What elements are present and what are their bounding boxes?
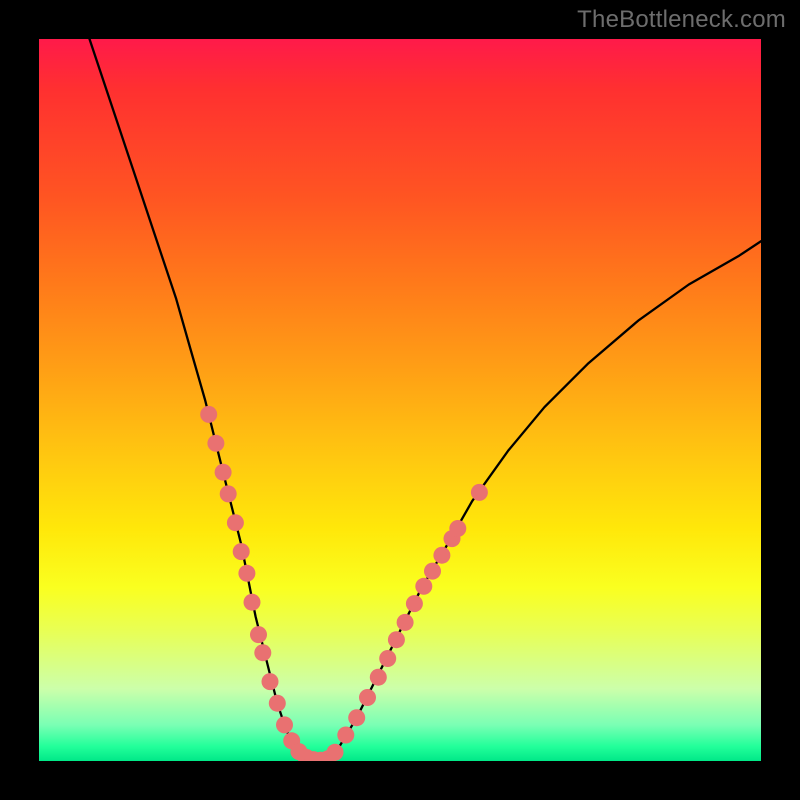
data-marker	[207, 435, 224, 452]
bottleneck-curve	[90, 39, 762, 761]
data-marker	[397, 614, 414, 631]
data-marker	[276, 716, 293, 733]
data-marker	[388, 631, 405, 648]
data-marker	[269, 695, 286, 712]
data-marker	[220, 485, 237, 502]
data-marker	[254, 644, 271, 661]
data-marker	[471, 484, 488, 501]
data-marker	[238, 565, 255, 582]
chart-frame: TheBottleneck.com	[0, 0, 800, 800]
data-marker	[433, 547, 450, 564]
data-marker	[359, 689, 376, 706]
data-marker	[327, 744, 344, 761]
plot-area	[39, 39, 761, 761]
data-marker	[348, 709, 365, 726]
data-marker	[250, 626, 267, 643]
data-marker	[244, 594, 261, 611]
data-marker	[227, 514, 244, 531]
data-marker	[233, 543, 250, 560]
chart-svg	[39, 39, 761, 761]
data-marker	[370, 669, 387, 686]
data-marker	[424, 563, 441, 580]
marker-group	[200, 406, 488, 761]
data-marker	[200, 406, 217, 423]
data-marker	[262, 673, 279, 690]
data-marker	[406, 595, 423, 612]
data-marker	[415, 578, 432, 595]
data-marker	[215, 464, 232, 481]
data-marker	[337, 727, 354, 744]
watermark-text: TheBottleneck.com	[577, 6, 786, 34]
data-marker	[449, 520, 466, 537]
data-marker	[379, 650, 396, 667]
